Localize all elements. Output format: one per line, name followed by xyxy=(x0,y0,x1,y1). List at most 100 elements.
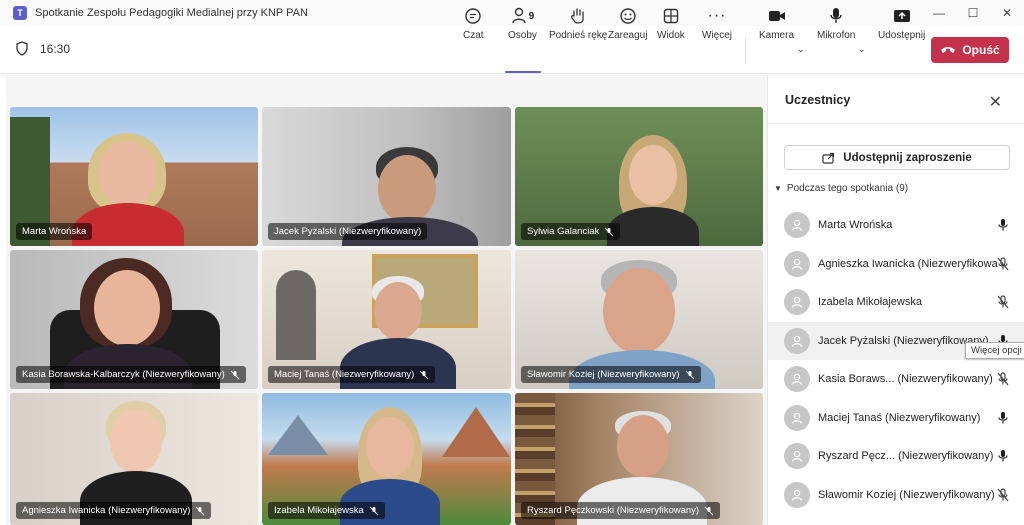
meeting-time: 16:30 xyxy=(16,41,70,56)
participant-name: Marta Wrońska xyxy=(818,219,893,231)
raise-hand-button[interactable]: Podnieś rękę xyxy=(549,4,607,48)
view-label: Widok xyxy=(657,30,685,41)
person-icon xyxy=(791,258,803,270)
avatar xyxy=(784,251,810,277)
person-icon xyxy=(791,296,803,308)
time-label: 16:30 xyxy=(40,41,71,56)
panel-title: Uczestnicy xyxy=(785,93,851,107)
window-title: Spotkanie Zespołu Pedagogiki Medialnej p… xyxy=(35,7,308,19)
caret-down-icon: ▼ xyxy=(774,184,782,193)
more-label: Więcej xyxy=(702,30,733,41)
participant-row[interactable]: Kasia Boraws... (Niezweryfikowany) xyxy=(768,360,1024,398)
active-tab-indicator xyxy=(505,71,541,73)
mic-off-icon xyxy=(685,370,694,379)
divider xyxy=(768,123,1024,124)
react-button[interactable]: Zareaguj xyxy=(608,4,647,48)
microphone-icon xyxy=(997,449,1009,463)
phone-hangup-icon xyxy=(941,47,956,53)
leave-button[interactable]: Opuść xyxy=(931,37,1009,63)
person-icon xyxy=(791,489,803,501)
video-tile[interactable]: Marta Wrońska xyxy=(10,107,258,246)
teams-icon: T xyxy=(13,6,27,20)
person-icon xyxy=(791,373,803,385)
avatar xyxy=(784,289,810,315)
close-window-icon[interactable]: ✕ xyxy=(990,0,1024,26)
more-button[interactable]: ··· Więcej xyxy=(702,4,732,48)
mic-off-icon xyxy=(704,506,714,515)
participant-row[interactable]: Maciej Tanaś (Niezweryfikowany) xyxy=(768,399,1024,437)
participant-row[interactable]: Ryszard Pęcz... (Niezweryfikowany) xyxy=(768,437,1024,475)
person-icon xyxy=(791,219,803,231)
video-tile[interactable]: Ryszard Pęczkowski (Niezweryfikowany) xyxy=(515,393,763,525)
avatar xyxy=(784,366,810,392)
participant-row[interactable]: Sławomir Koziej (Niezweryfikowany) xyxy=(768,476,1024,514)
mic-label: Mikrofon xyxy=(817,30,856,41)
video-tile[interactable]: Izabela Mikołajewska xyxy=(262,393,511,525)
react-label: Zareaguj xyxy=(608,30,648,41)
tile-name-tag: Agnieszka Iwanicka (Niezweryfikowany) xyxy=(16,502,212,519)
participant-name: Sławomir Koziej (Niezweryfikowany) xyxy=(818,489,995,501)
maximize-icon[interactable]: ☐ xyxy=(956,0,990,26)
mic-off-icon xyxy=(369,506,379,515)
share-invite-button[interactable]: Udostępnij zaproszenie xyxy=(784,145,1010,170)
share-button[interactable]: Udostępnij xyxy=(878,4,925,48)
video-tile[interactable]: Kasia Borawska-Kalbarczyk (Niezweryfikow… xyxy=(10,250,258,389)
chat-label: Czat xyxy=(463,30,484,41)
participant-name: Ryszard Pęcz... (Niezweryfikowany) xyxy=(818,450,994,462)
participant-row[interactable]: Agnieszka Iwanicka (Niezweryfikowany) xyxy=(768,245,1024,283)
people-count: 9 xyxy=(528,10,535,22)
microphone-icon xyxy=(997,218,1009,232)
mic-off-icon xyxy=(997,295,1009,309)
tile-name-tag: Ryszard Pęczkowski (Niezweryfikowany) xyxy=(521,502,721,519)
hand-icon xyxy=(571,8,584,24)
share-icon xyxy=(822,152,835,164)
microphone-icon xyxy=(830,8,842,23)
raise-hand-label: Podnieś rękę xyxy=(549,30,608,41)
mic-off-icon xyxy=(196,506,205,515)
participant-name: Kasia Boraws... (Niezweryfikowany) xyxy=(818,373,993,385)
person-icon xyxy=(791,450,803,462)
video-tile[interactable]: Sławomir Koziej (Niezweryfikowany) xyxy=(515,250,763,389)
share-invite-label: Udostępnij zaproszenie xyxy=(843,151,972,164)
tile-name-tag: Sławomir Koziej (Niezweryfikowany) xyxy=(521,366,701,383)
video-tile[interactable]: Sylwia Galanciak xyxy=(515,107,763,246)
mic-off-icon xyxy=(604,227,614,236)
smiley-icon xyxy=(620,8,636,24)
close-icon[interactable]: ✕ xyxy=(989,92,1002,112)
people-button[interactable]: 9 Osoby xyxy=(508,4,537,48)
mic-off-icon xyxy=(997,488,1009,502)
minimize-icon[interactable]: — xyxy=(922,0,956,26)
participant-row[interactable]: Marta Wrońska xyxy=(768,206,1024,244)
shield-icon xyxy=(16,41,28,56)
avatar xyxy=(784,212,810,238)
share-screen-icon xyxy=(893,9,910,22)
chat-button[interactable]: Czat xyxy=(463,4,484,48)
more-dots-icon: ··· xyxy=(707,7,727,24)
video-tile[interactable]: Agnieszka Iwanicka (Niezweryfikowany) xyxy=(10,393,258,525)
person-icon xyxy=(791,412,803,424)
mic-chevron-down-icon[interactable]: ⌄ xyxy=(858,44,866,55)
group-label: Podczas tego spotkania (9) xyxy=(786,183,909,194)
chat-icon xyxy=(465,8,481,24)
people-icon xyxy=(511,7,526,24)
participants-group-header[interactable]: ▼ Podczas tego spotkania (9) xyxy=(774,183,908,194)
mic-button[interactable]: Mikrofon xyxy=(817,4,855,48)
video-tile[interactable]: Jacek Pyżalski (Niezweryfikowany) xyxy=(262,107,511,246)
tile-name-tag: Sylwia Galanciak xyxy=(521,223,621,240)
avatar xyxy=(784,405,810,431)
participant-name: Izabela Mikołajewska xyxy=(818,296,922,308)
avatar xyxy=(784,443,810,469)
camera-button[interactable]: Kamera xyxy=(759,4,794,48)
mic-off-icon xyxy=(997,372,1009,386)
tile-name-tag: Maciej Tanaś (Niezweryfikowany) xyxy=(268,366,436,383)
person-icon xyxy=(791,335,803,347)
toolbar-separator xyxy=(745,38,746,64)
participant-name: Maciej Tanaś (Niezweryfikowany) xyxy=(818,412,981,424)
tile-name-tag: Jacek Pyżalski (Niezweryfikowany) xyxy=(268,223,428,240)
camera-chevron-down-icon[interactable]: ⌄ xyxy=(797,44,805,55)
mic-off-icon xyxy=(419,370,429,379)
participant-row[interactable]: Izabela Mikołajewska xyxy=(768,283,1024,321)
view-button[interactable]: Widok xyxy=(657,4,685,48)
video-tile[interactable]: Maciej Tanaś (Niezweryfikowany) xyxy=(262,250,511,389)
tooltip: Więcej opcji xyxy=(965,342,1024,359)
